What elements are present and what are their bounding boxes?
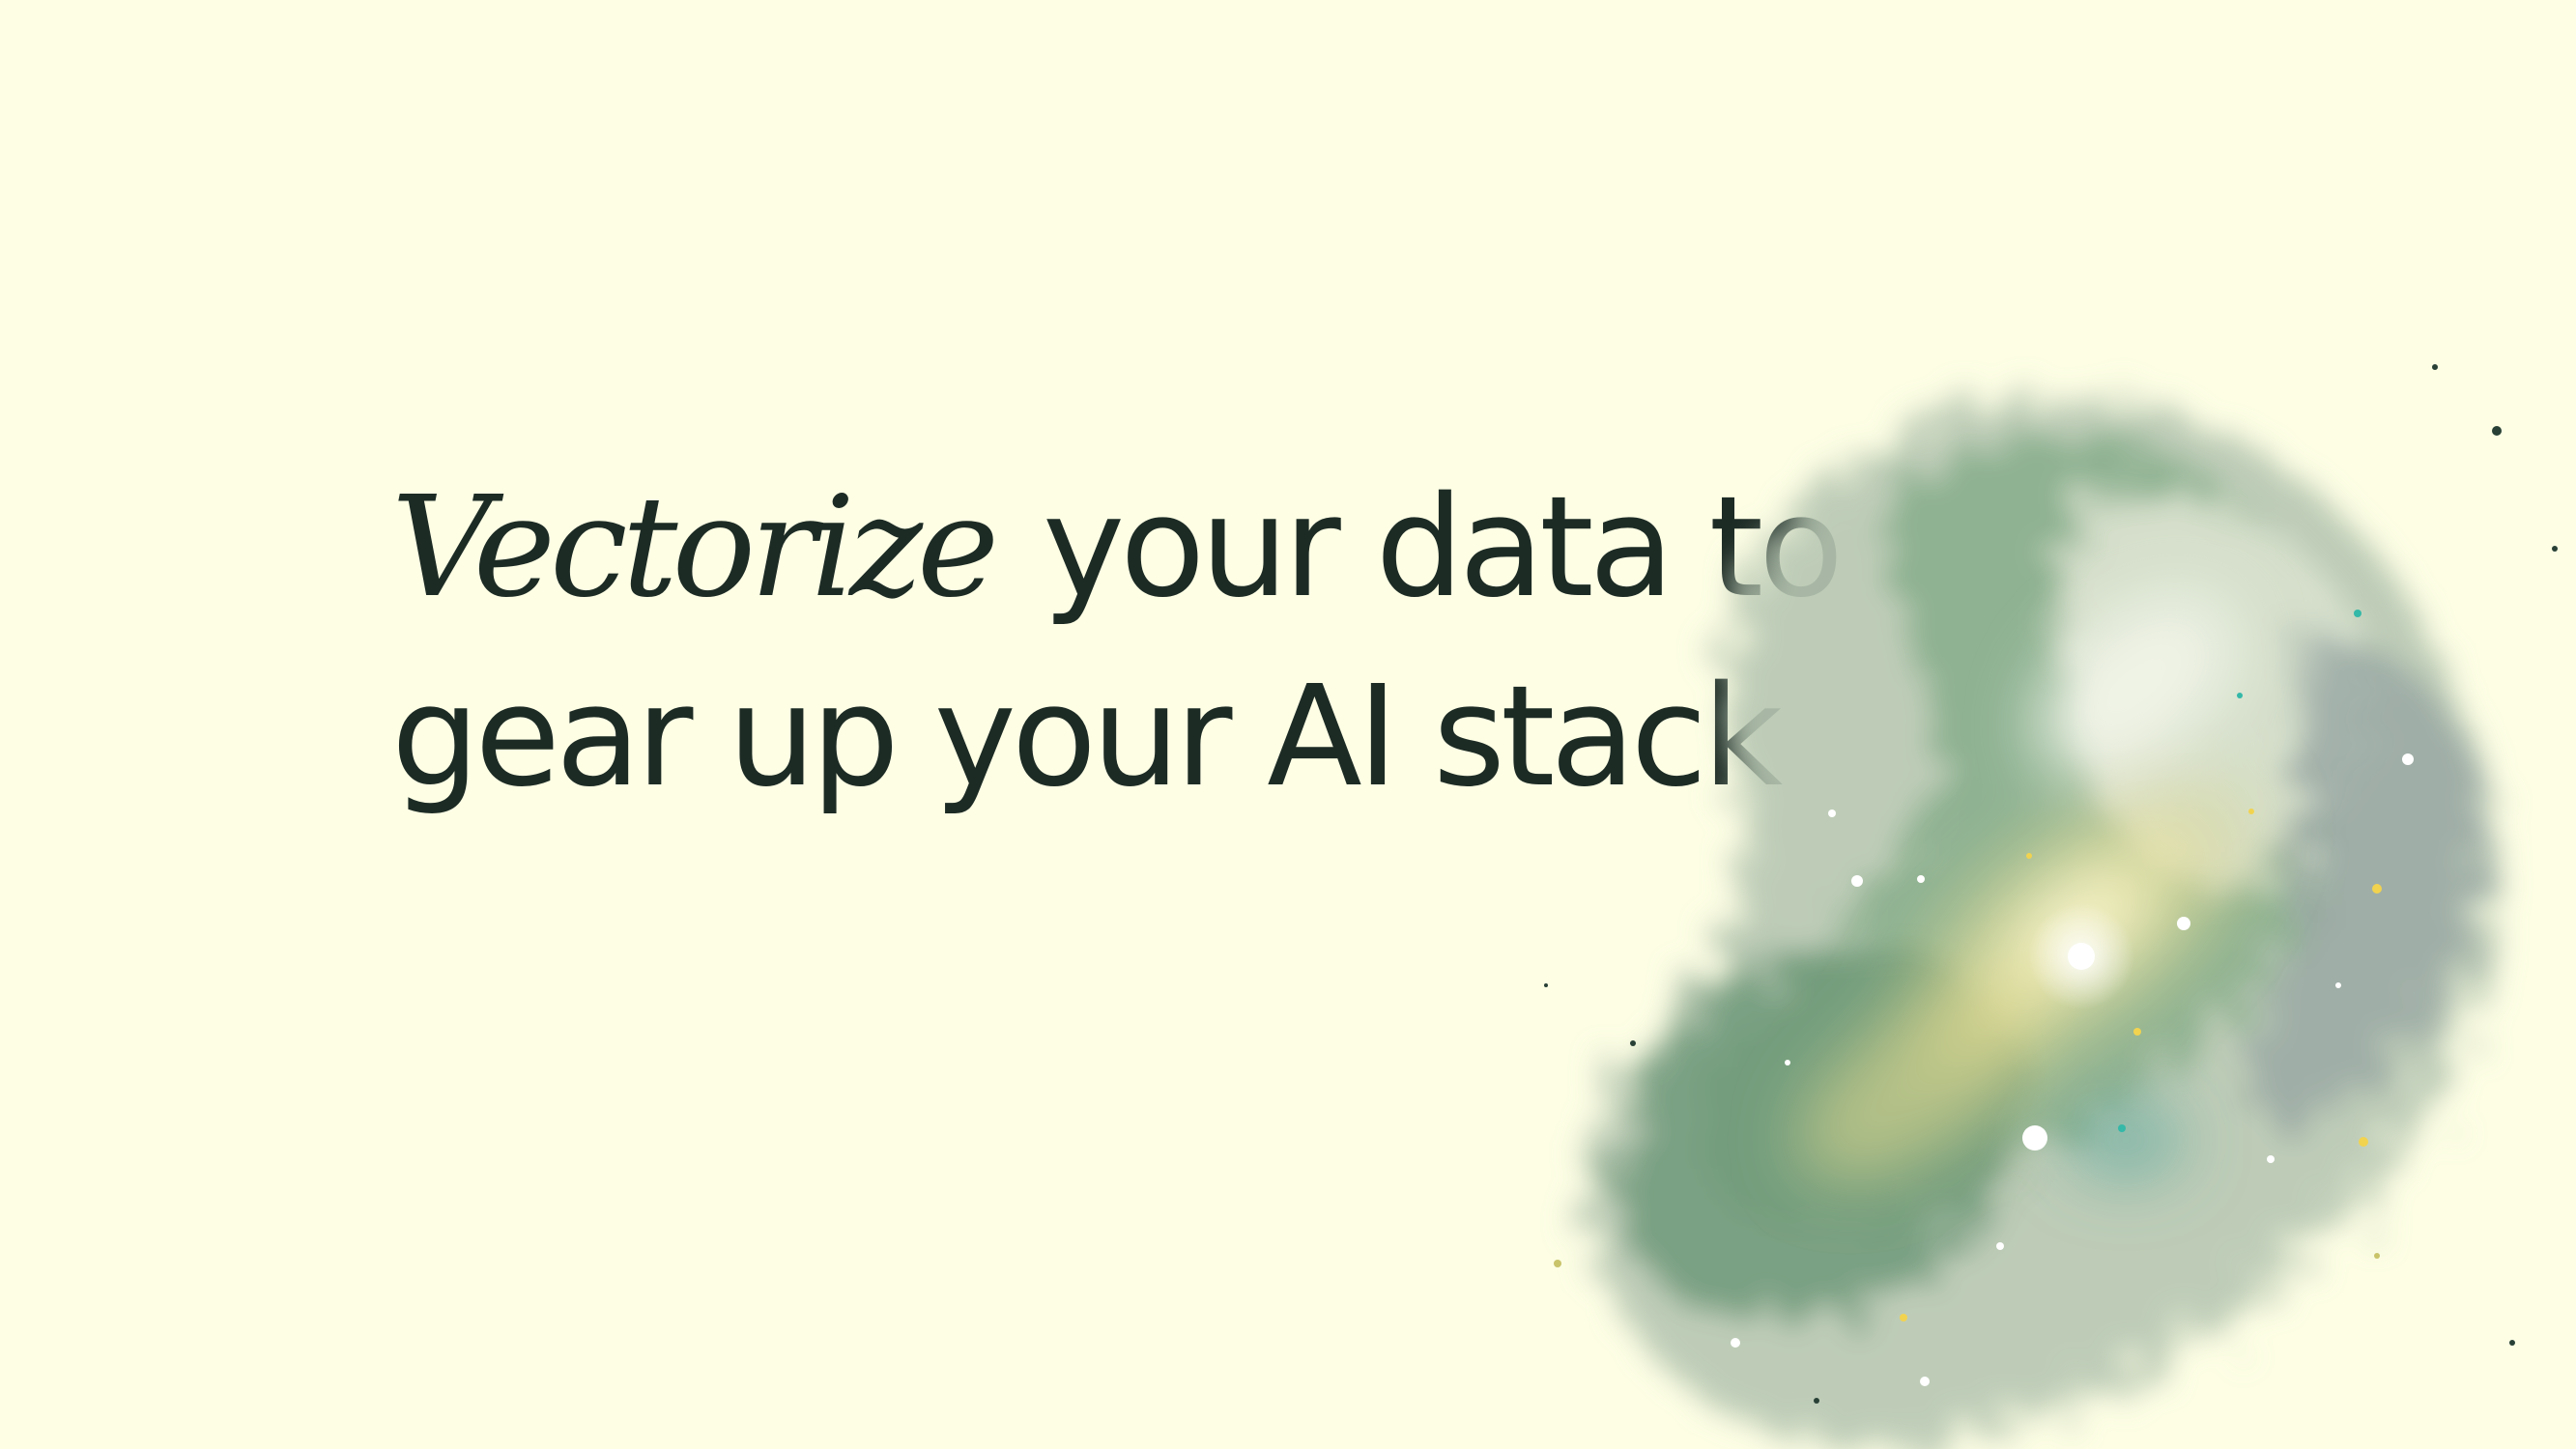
hero-page: Vectorize your data to gear up your AI s… bbox=[0, 0, 2576, 1449]
headline-emphasis: Vectorize bbox=[391, 466, 999, 628]
nebula-illustration-icon bbox=[1544, 364, 2558, 1449]
